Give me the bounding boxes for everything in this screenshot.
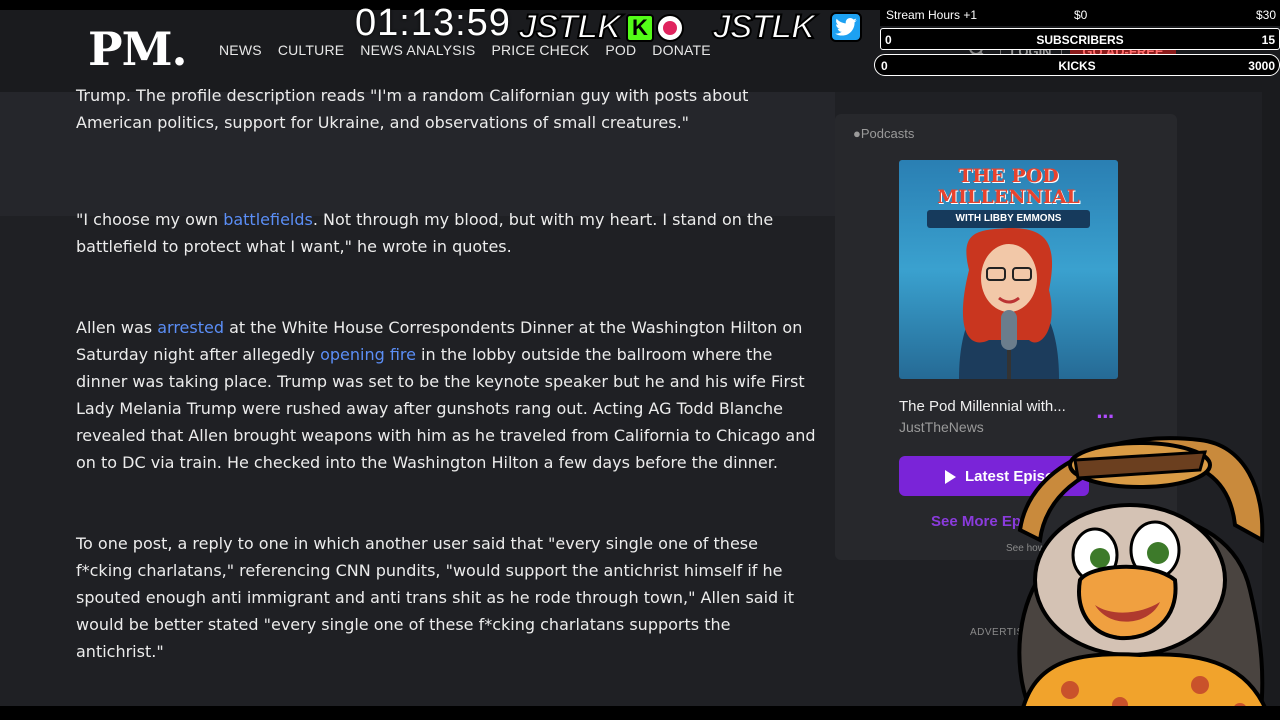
battlefields-link[interactable]: battlefields (223, 210, 313, 229)
nav-donate[interactable]: DONATE (652, 42, 711, 58)
paragraph-text: Allen was (76, 318, 158, 337)
stream-hours-target: $30 (1255, 8, 1276, 22)
jstlk-logo-left: JSTLK (517, 7, 623, 47)
site-logo[interactable]: PM. (88, 22, 188, 76)
subscribers-target: 15 (1261, 33, 1275, 47)
apple-podcasts-label: ●Podcasts (853, 126, 914, 141)
stream-hours-amount: $0 (1074, 8, 1088, 22)
paragraph: To one post, a reply to one in which ano… (76, 534, 794, 661)
paragraph-text: "I choose my own (76, 210, 224, 229)
stream-goals: Stream Hours +1 $0 $30 0 SUBSCRIBERS 15 … (874, 2, 1280, 76)
cover-illustration (959, 228, 1059, 379)
paragraph: Trump. The profile description reads "I'… (76, 86, 749, 132)
kicks-label: KICKS (1058, 59, 1096, 73)
kick-icon: K (626, 14, 654, 42)
twitter-icon (830, 12, 862, 42)
paragraph-text: in the lobby outside the ballroom where … (76, 345, 816, 472)
podcast-author: JustTheNews (899, 419, 984, 435)
bottom-strip (0, 706, 1280, 720)
podcast-title[interactable]: The Pod Millennial with... (899, 398, 1066, 415)
podcast-cover[interactable]: THE POD MILLENNIAL WITH LIBBY EMMONS (899, 160, 1118, 379)
subscribers-label: SUBSCRIBERS (1036, 33, 1124, 47)
penguin-mascot-icon (1017, 436, 1273, 720)
stream-hours-goal: Stream Hours +1 $0 $30 (880, 4, 1280, 26)
stream-hours-label: Stream Hours +1 (886, 8, 978, 22)
jstlk-logo-right: JSTLK (711, 7, 817, 47)
subscribers-goal: 0 SUBSCRIBERS 15 (880, 28, 1280, 50)
podcasts-source: Podcasts (860, 126, 915, 141)
arrested-link[interactable]: arrested (157, 318, 224, 337)
paragraph: "I choose my own battlefields. Not throu… (76, 206, 816, 260)
nav-culture[interactable]: CULTURE (278, 42, 344, 58)
stream-timer: 01:13:59 (355, 2, 511, 44)
record-icon (656, 14, 684, 42)
apple-icon: ● (853, 126, 861, 141)
opening-fire-link[interactable]: opening fire (320, 345, 416, 364)
kicks-goal: 0 KICKS 3000 (874, 54, 1280, 76)
nav-news[interactable]: NEWS (219, 42, 262, 58)
paragraph: Allen was arrested at the White House Co… (76, 314, 816, 476)
play-icon (945, 470, 956, 484)
kicks-target: 3000 (1248, 59, 1275, 73)
